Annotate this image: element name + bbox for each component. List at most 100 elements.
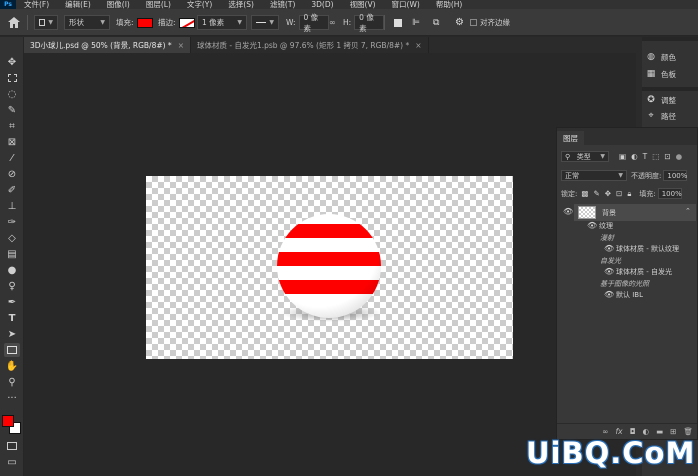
stamp-tool[interactable]: ⊥ [4, 199, 20, 213]
new-layer-icon[interactable]: ⊞ [670, 427, 676, 436]
menu-filter[interactable]: 滤镜(T) [262, 0, 303, 9]
width-field[interactable]: W: 0 像素 [286, 9, 329, 36]
panel-paths[interactable]: ⌖ 路径 [646, 109, 676, 123]
eye-icon[interactable]: 👁︎ [563, 207, 573, 216]
stroke-swatch[interactable] [178, 17, 195, 28]
panel-color[interactable]: ◍ 颜色 [646, 50, 676, 64]
lock-pixels-icon[interactable]: ✎ [593, 189, 599, 198]
path-arrangement-button[interactable]: ⧉ [433, 9, 439, 36]
align-edges-checkbox[interactable]: 对齐边缘 [470, 9, 510, 36]
menu-image[interactable]: 图像(I) [99, 0, 138, 9]
gradient-tool[interactable]: ▤ [4, 247, 20, 261]
fill-swatch[interactable] [136, 17, 153, 28]
stroke-type-select[interactable]: ▼ [251, 9, 279, 36]
zoom-tool[interactable]: ⚲ [4, 375, 20, 389]
dodge-tool[interactable]: ♀ [4, 279, 20, 293]
panel-adjustments[interactable]: ✪ 调整 [646, 93, 676, 107]
healing-tool[interactable]: ⊘ [4, 167, 20, 181]
eraser-tool[interactable]: ◇ [4, 231, 20, 245]
tool-mode-select[interactable]: 形状 ▼ [64, 9, 110, 36]
blur-tool[interactable]: ● [4, 263, 20, 277]
filter-kind-select[interactable]: ⚲ 类型 ▼ [561, 151, 609, 162]
eye-icon[interactable]: 👁︎ [604, 267, 614, 276]
filter-type-icon[interactable]: T [643, 152, 648, 161]
menu-view[interactable]: 视图(V) [342, 0, 384, 9]
opacity-field[interactable]: 100% [663, 170, 687, 181]
trash-icon[interactable]: 🗑︎ [683, 427, 693, 436]
menu-type[interactable]: 文字(Y) [179, 0, 220, 9]
brush-tool[interactable]: ✐ [4, 183, 20, 197]
tab-3d-ball[interactable]: 3D小球儿.psd @ 50% (背景, RGB/8#) * × [24, 37, 191, 53]
home-button[interactable] [8, 9, 20, 36]
eye-icon[interactable]: 👁︎ [604, 244, 614, 253]
panel-swatches[interactable]: ▦ 色板 [646, 67, 676, 81]
frame-tool[interactable]: ⊠ [4, 135, 20, 149]
lock-transparent-icon[interactable]: ▩ [581, 189, 588, 198]
filter-toggle-icon[interactable]: ● [676, 152, 683, 161]
quick-mask-button[interactable] [4, 439, 20, 453]
filter-smart-object-icon[interactable]: ⊡ [664, 152, 670, 161]
fill-control[interactable]: 填充: [116, 9, 153, 36]
close-icon[interactable]: × [178, 41, 184, 50]
eyedropper-tool[interactable]: ⁄ [4, 151, 20, 165]
menu-layer[interactable]: 图层(L) [138, 0, 179, 9]
filter-shape-icon[interactable]: ⬚ [652, 152, 659, 161]
filter-pixel-icon[interactable]: ▣ [619, 152, 626, 161]
path-operations-button[interactable] [394, 9, 402, 36]
texture-default-ibl[interactable]: 默认 IBL [616, 290, 643, 300]
eye-icon[interactable]: 👁︎ [587, 221, 597, 230]
lock-artboard-icon[interactable]: ⊡ [616, 189, 622, 198]
canvas-area[interactable] [24, 53, 636, 476]
blend-mode-select[interactable]: 正常 ▼ [561, 170, 627, 181]
folder-icon[interactable]: ▬ [656, 427, 663, 436]
texture-glow-material[interactable]: 球体材质 - 自发光 [616, 267, 672, 277]
document-canvas[interactable] [146, 176, 513, 359]
stroke-width-select[interactable]: 1 像素 ▼ [197, 9, 247, 36]
menu-file[interactable]: 文件(F) [16, 0, 57, 9]
settings-button[interactable]: ⚙ [455, 9, 464, 36]
quick-select-tool[interactable]: ✎ [4, 103, 20, 117]
close-icon[interactable]: × [415, 41, 421, 50]
filter-adjustment-icon[interactable]: ◐ [631, 152, 638, 161]
menu-3d[interactable]: 3D(D) [303, 0, 341, 9]
line-style-icon [256, 22, 267, 23]
collapse-icon[interactable]: ⌃ [685, 207, 691, 215]
adjustment-layer-icon[interactable]: ◐ [643, 427, 650, 436]
path-alignment-button[interactable]: ⊫ [412, 9, 420, 36]
link-layers-icon[interactable]: ∞ [602, 427, 608, 436]
menu-window[interactable]: 窗口(W) [384, 0, 428, 9]
color-swatches[interactable] [2, 415, 22, 435]
rectangle-tool[interactable] [4, 343, 20, 357]
stroke-control[interactable]: 描边: [158, 9, 195, 36]
eye-icon[interactable]: 👁︎ [604, 290, 614, 299]
menu-select[interactable]: 选择(S) [220, 0, 262, 9]
type-tool[interactable]: T [4, 311, 20, 325]
foreground-color[interactable] [2, 415, 14, 427]
pen-tool[interactable]: ✒ [4, 295, 20, 309]
history-brush-tool[interactable]: ✑ [4, 215, 20, 229]
menu-help[interactable]: 帮助(H) [428, 0, 471, 9]
crop-tool[interactable]: ⌗ [4, 119, 20, 133]
lock-position-icon[interactable]: ✥ [605, 189, 611, 198]
lock-all-icon[interactable]: 🔒︎ [627, 189, 631, 199]
link-dimensions-button[interactable]: ∞ [329, 9, 336, 36]
photoshop-logo[interactable]: Ps [0, 0, 16, 9]
fill-field[interactable]: 100% [657, 188, 682, 199]
more-tools-button[interactable]: ··· [4, 391, 20, 405]
screen-mode-button[interactable]: ▭ [4, 455, 20, 469]
tab-layers[interactable]: 图层 [557, 131, 584, 145]
path-select-tool[interactable]: ➤ [4, 327, 20, 341]
height-field[interactable]: H: 0 像素 [343, 9, 385, 36]
frame-icon: ⊠ [7, 136, 17, 148]
texture-default-material[interactable]: 球体材质 - 默认纹理 [616, 244, 679, 254]
marquee-tool[interactable] [4, 71, 20, 85]
fx-icon[interactable]: fx [616, 427, 623, 436]
tab-sphere-material[interactable]: 球体材质 - 自发光1.psb @ 97.6% (矩形 1 拷贝 7, RGB/… [191, 37, 429, 53]
menu-edit[interactable]: 编辑(E) [57, 0, 99, 9]
add-mask-icon[interactable]: ◘ [630, 427, 636, 436]
tool-preset-picker[interactable]: ▼ [34, 9, 58, 36]
width-label: W: [286, 18, 296, 27]
hand-tool[interactable]: ✋ [4, 359, 20, 373]
lasso-tool[interactable]: ◌ [4, 87, 20, 101]
move-tool[interactable]: ✥ [4, 55, 20, 69]
